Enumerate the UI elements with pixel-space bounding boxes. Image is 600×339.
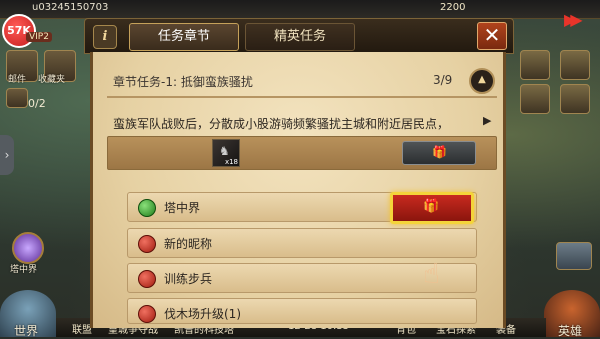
hero-label: 英雄 [558, 324, 583, 338]
task-row[interactable]: 伐木场升级(1) [127, 298, 477, 324]
world-label: 世界 [14, 324, 39, 338]
task-dialog: i 任务章节 精英任务 ✕ 章节任务-1: 抵御蛮族骚扰 3/9 ▲ 蛮族军队战… [84, 18, 514, 328]
chapter-progress: 3/9 [433, 73, 453, 87]
favorites-label: 收藏夹 [38, 75, 66, 85]
pointing-hand-icon: ☝ [423, 257, 441, 290]
vip-badge: VIP2 [26, 32, 52, 42]
reward-quantity: x18 [224, 158, 238, 166]
chapter-description: 蛮族军队战败后，分散成小股游骑频繁骚扰主城和附近居民点， [113, 117, 450, 131]
gift-icon: 🎁 [423, 199, 440, 214]
gift-icon[interactable] [560, 50, 590, 80]
task-label: 训练步兵 [164, 272, 213, 286]
task-label: 塔中界 [164, 201, 201, 215]
gather-icon[interactable] [6, 88, 28, 108]
task-label: 新的昵称 [164, 237, 213, 251]
status-incomplete-icon [138, 305, 156, 323]
tab-chapter-tasks[interactable]: 任务章节 [129, 23, 239, 51]
tower-world-label: 塔中界 [10, 265, 38, 275]
status-incomplete-icon [138, 235, 156, 253]
gem-count: 2200 [440, 2, 466, 13]
info-button[interactable]: i [93, 25, 117, 49]
task-icon[interactable] [560, 84, 590, 114]
chapter-title: 章节任务-1: 抵御蛮族骚扰 [113, 75, 253, 89]
chapter-reward-claim-button[interactable]: 🎁 [402, 141, 476, 165]
task-label: 伐木场升级(1) [164, 307, 241, 321]
reward-strip: ♞ x18 🎁 [107, 136, 497, 170]
soldier-icon: ♞ [219, 144, 230, 158]
side-panel-arrow[interactable]: › [0, 135, 14, 175]
mail-label: 邮件 [8, 75, 27, 85]
task-claim-button[interactable]: 🎁 [390, 192, 474, 224]
divider [107, 96, 497, 98]
status-incomplete-icon [138, 270, 156, 288]
task-row[interactable]: 新的昵称 [127, 228, 477, 258]
parchment-panel: 章节任务-1: 抵御蛮族骚扰 3/9 ▲ 蛮族军队战败后，分散成小股游骑频繁骚扰… [90, 52, 506, 328]
gather-counter: 0/2 [28, 97, 46, 110]
57k-logo: 57K [2, 14, 36, 48]
task-row[interactable]: 塔中界 🎁 [127, 192, 477, 224]
user-id: u03245150703 [32, 2, 109, 13]
tavern-icon[interactable] [556, 242, 592, 270]
top-resource-bar: u03245150703 2200 [0, 0, 600, 19]
tower-world-icon[interactable] [12, 232, 44, 264]
activity-icon[interactable] [520, 84, 550, 114]
dialog-header: i 任务章节 精英任务 ✕ [84, 18, 514, 54]
collapse-button[interactable]: ▲ [469, 68, 495, 94]
gift-icon: 🎁 [432, 145, 447, 159]
close-button[interactable]: ✕ [477, 22, 507, 50]
fast-forward-icon[interactable]: ▶▶ [564, 10, 582, 29]
play-arrow-icon[interactable]: ▶ [483, 114, 491, 127]
tab-elite-tasks[interactable]: 精英任务 [245, 23, 355, 51]
events-icon[interactable] [520, 50, 550, 80]
status-complete-icon [138, 199, 156, 217]
reward-item[interactable]: ♞ x18 [212, 139, 240, 167]
